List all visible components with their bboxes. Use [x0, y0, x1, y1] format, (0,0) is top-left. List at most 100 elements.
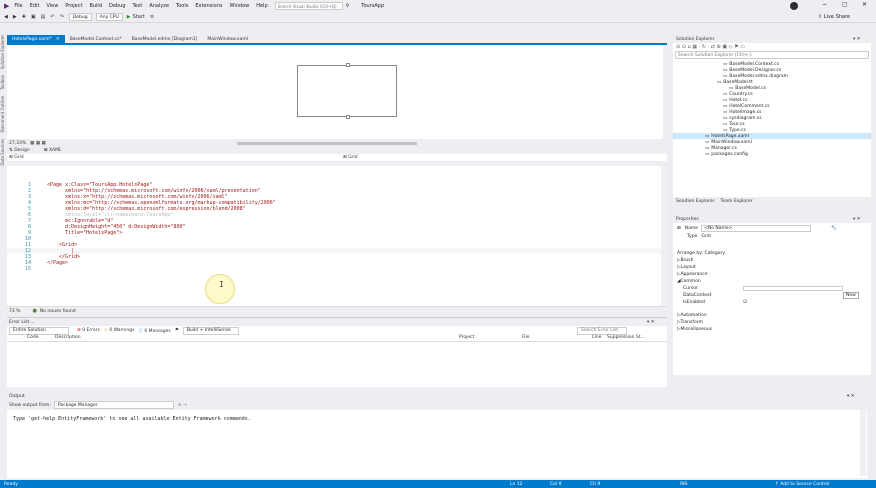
minimize-icon[interactable]: −	[822, 1, 827, 8]
design-view-tab[interactable]: ⇅ Design	[9, 148, 30, 153]
menu-extensions[interactable]: Extensions	[195, 3, 222, 9]
col-description[interactable]: Description	[55, 335, 81, 340]
prop-name-input[interactable]: <No Name>	[701, 224, 812, 232]
element-dropdown-left[interactable]: ⊞ Grid	[9, 155, 24, 160]
strip-data-sources[interactable]: Data Sources	[0, 139, 5, 166]
maximize-icon[interactable]: ▢	[842, 1, 848, 8]
redo-icon[interactable]: ↷	[60, 14, 64, 20]
cat-brush[interactable]: ▷ Brush	[673, 257, 871, 264]
menu-test[interactable]: Test	[132, 3, 142, 9]
error-list-close-icon[interactable]: ▾ ✕	[647, 320, 654, 325]
col-line[interactable]: Line	[592, 335, 601, 340]
filter-icon[interactable]: ⚑	[175, 328, 179, 333]
save-icon[interactable]: ▣	[31, 14, 36, 20]
tab-hotelspage[interactable]: HotelsPage.xaml* ✕	[7, 35, 65, 43]
error-search[interactable]: Search Error List	[577, 326, 627, 335]
resize-handle[interactable]	[346, 63, 350, 67]
cat-layout[interactable]: ▷ Layout	[673, 264, 871, 271]
output-close-icon[interactable]: ▾ ✕	[847, 394, 854, 399]
menu-view[interactable]: View	[46, 3, 58, 9]
search-icon[interactable]: ⚲	[346, 3, 350, 9]
cat-transform[interactable]: ▷ Transform	[673, 319, 871, 326]
cat-appearance[interactable]: ▷ Appearance	[673, 271, 871, 278]
design-canvas[interactable]	[297, 63, 397, 119]
designer-hscrollbar[interactable]	[237, 142, 417, 145]
tab-mainwindow[interactable]: MainWindow.xaml	[202, 35, 253, 43]
config-dropdown[interactable]: Debug	[68, 13, 92, 21]
account-avatar[interactable]	[790, 2, 798, 10]
platform-dropdown[interactable]: Any CPU	[95, 13, 123, 21]
warnings-filter[interactable]: ⚠ 0 Warnings	[104, 328, 135, 333]
output-tools-icon[interactable]: ≣ ⇥	[178, 403, 187, 408]
col-project[interactable]: Project	[459, 335, 474, 340]
tab-close-icon[interactable]: ✕	[56, 37, 60, 42]
cat-automation[interactable]: ▷ Automation	[673, 312, 871, 319]
designer-zoom[interactable]: 27,33%	[9, 141, 26, 146]
cat-miscellaneous[interactable]: ▷ Miscellaneous	[673, 326, 871, 333]
wrench-icon[interactable]: 🔧	[831, 226, 837, 231]
menu-tools[interactable]: Tools	[176, 3, 188, 9]
strip-document-outline[interactable]: Document Outline	[0, 96, 5, 132]
designer-tools-icon[interactable]: ▦ ▦ ▦	[30, 141, 46, 146]
solution-explorer-tab[interactable]: Solution Explorer	[676, 199, 715, 204]
issues-status[interactable]: No issues found	[40, 309, 76, 314]
cursor-dropdown[interactable]	[743, 286, 843, 291]
search-box[interactable]: Search Visual Studio (Ctrl+Q)	[274, 2, 343, 10]
output-scrollbar[interactable]	[860, 410, 866, 476]
arrange-by-dropdown[interactable]: Arrange by: Category	[673, 250, 871, 257]
save-all-icon[interactable]: ▤	[41, 14, 46, 20]
new-button[interactable]: New	[843, 292, 859, 299]
menu-edit[interactable]: Edit	[30, 3, 40, 9]
prop-name-label: Name	[684, 225, 699, 231]
live-share-button[interactable]: ⇪ Live Share	[818, 14, 850, 20]
close-icon[interactable]: ✕	[862, 1, 867, 8]
strip-solution-explorer[interactable]: Solution Explorer	[0, 35, 5, 69]
designer-scrollbar[interactable]	[663, 45, 667, 139]
element-dropdown-right[interactable]: ⊞ Grid	[343, 155, 358, 160]
messages-filter[interactable]: ⓘ 0 Messages	[138, 328, 170, 334]
menu-file[interactable]: File	[14, 3, 22, 9]
solution-name: ToursApp	[361, 3, 385, 9]
menu-window[interactable]: Window	[230, 3, 250, 9]
isenabled-checkbox[interactable]: ☑	[743, 300, 747, 305]
undo-icon[interactable]: ↶	[50, 14, 54, 20]
strip-toolbox[interactable]: Toolbox	[0, 75, 5, 90]
errors-filter[interactable]: ⊗ 0 Errors	[77, 328, 100, 333]
output-source-dropdown[interactable]: Package Manager	[53, 401, 174, 409]
xaml-code-editor[interactable]: 1 <Page x:Class="ToursApp.HotelsPage" 2 xm…	[7, 166, 667, 306]
col-code[interactable]: Code	[27, 335, 39, 340]
solution-search[interactable]: Search Solution Explorer (Ctrl+;)	[675, 51, 869, 59]
tab-basemodel-context[interactable]: BaseModel.Context.cs*	[65, 35, 127, 43]
forward-icon[interactable]: ▶	[13, 14, 17, 20]
tab-basemodel-edmx[interactable]: BaseModel.edmx [Diagram1]	[127, 35, 203, 43]
col-suppression[interactable]: Suppression St...	[607, 335, 645, 340]
properties-close-icon[interactable]: ▾ ✕	[853, 217, 860, 222]
menu-help[interactable]: Help	[256, 3, 267, 9]
menu-build[interactable]: Build	[89, 3, 102, 9]
prop-cursor-row: Cursor	[673, 285, 871, 292]
panel-pin-icon[interactable]: ▾ ✕	[853, 37, 860, 42]
toolbar-misc-icon[interactable]: ≡	[150, 14, 154, 20]
start-icon[interactable]: ▶	[127, 14, 131, 20]
team-explorer-tab[interactable]: Team Explorer	[721, 199, 753, 204]
error-list-header: Code Description Project File Line Suppr…	[7, 335, 667, 342]
code-line[interactable]: 15	[7, 266, 667, 272]
xaml-view-tab[interactable]: ⊠ XAML	[44, 148, 62, 153]
menu-project[interactable]: Project	[65, 3, 82, 9]
cat-common[interactable]: ◢ Common	[673, 278, 871, 285]
solution-toolbar[interactable]: ⊙ ⊙ ⌂ ▦ · ↻ · ⇄ ⊕ ▣ ◇ ⚑ ▭	[673, 43, 871, 51]
editor-zoom[interactable]: 73 %	[9, 309, 20, 314]
menu-analyze[interactable]: Analyze	[149, 3, 169, 9]
start-button[interactable]: Start	[133, 14, 145, 20]
back-icon[interactable]: ◀	[4, 14, 8, 20]
scope-dropdown[interactable]: Entire Solution	[9, 326, 69, 335]
menu-debug[interactable]: Debug	[109, 3, 125, 9]
xaml-designer[interactable]	[7, 43, 667, 139]
source-control-button[interactable]: ↑ Add to Source Control	[775, 482, 829, 487]
build-dropdown[interactable]: Build + IntelliSense	[182, 326, 239, 335]
tree-item[interactable]: ▭ packages.config	[673, 151, 871, 157]
editor-scrollbar[interactable]	[661, 166, 667, 306]
resize-handle[interactable]	[346, 115, 350, 119]
col-file[interactable]: File	[522, 335, 530, 340]
new-project-icon[interactable]: ✚	[22, 14, 26, 20]
